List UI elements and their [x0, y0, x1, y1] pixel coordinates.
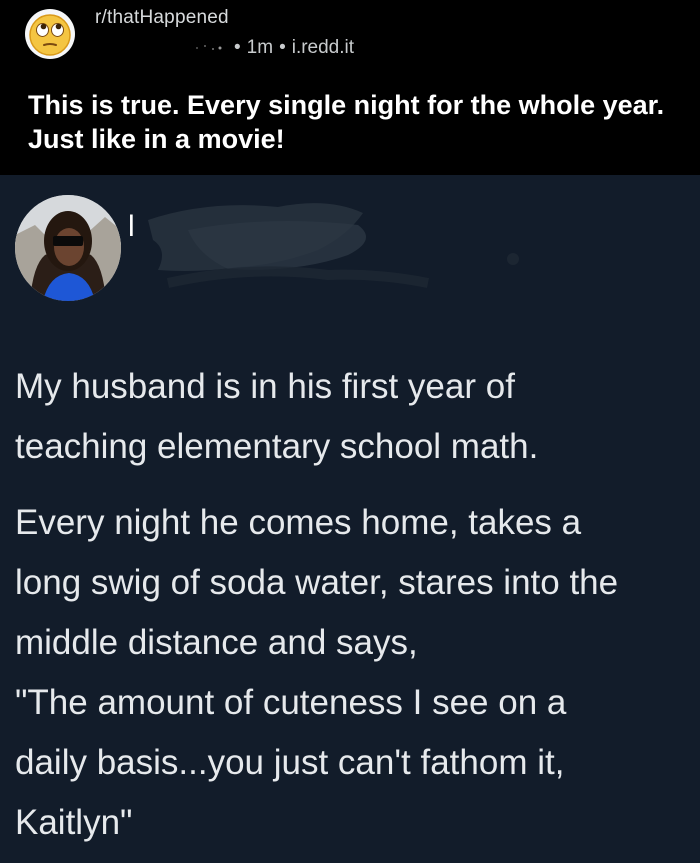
- tweet-text-line: Kaitlyn": [15, 803, 133, 842]
- tweet-text-line: long swig of soda water, stares into the: [15, 563, 619, 602]
- tweet-text-line: teaching elementary school math.: [15, 427, 539, 466]
- meta-separator-dot: •: [234, 37, 241, 58]
- post-age: 1m: [246, 37, 274, 58]
- tweet-text-line: My husband is in his first year of: [15, 367, 515, 406]
- tweet-text-line: Every night he comes home, takes a: [15, 503, 582, 542]
- post-title[interactable]: This is true. Every single night for the…: [28, 88, 678, 156]
- tweet-text-line: daily basis...you just can't fathom it,: [15, 743, 565, 782]
- tweet-text-line: middle distance and says,: [15, 623, 418, 662]
- post-domain-link[interactable]: i.redd.it: [292, 37, 354, 58]
- tweet-text-line: "The amount of cuteness I see on a: [15, 683, 567, 722]
- face-with-rolling-eyes-icon: [25, 9, 75, 59]
- subreddit-name[interactable]: r/thatHappened: [95, 7, 229, 29]
- post-image[interactable]: l My husband is in his first year of tea…: [0, 175, 700, 863]
- tweet-text: My husband is in his first year of teach…: [15, 357, 700, 853]
- tweet-author-avatar: [15, 195, 121, 301]
- redacted-author-name: l: [128, 195, 548, 305]
- meta-separator-dot: •: [279, 37, 286, 58]
- redacted-username: [196, 45, 222, 50]
- post-header: r/thatHappened • 1m • i.redd.it This is tru…: [0, 0, 700, 175]
- redaction-scribble: [148, 203, 519, 288]
- post-meta: • 1m • i.redd.it: [95, 36, 495, 60]
- reddit-post-view: r/thatHappened • 1m • i.redd.it This is tru…: [0, 0, 700, 863]
- profile-photo: [15, 195, 121, 301]
- subreddit-avatar[interactable]: [24, 8, 76, 60]
